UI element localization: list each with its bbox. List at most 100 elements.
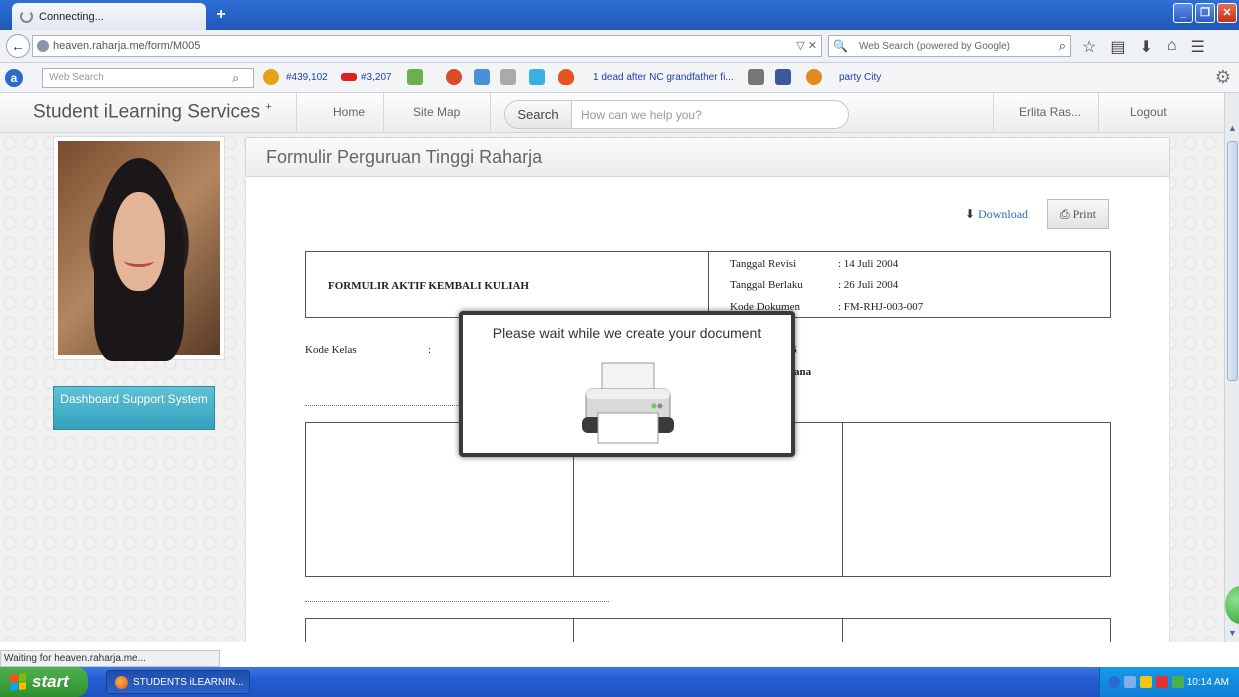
firefox-icon <box>115 675 128 689</box>
page-scrollbar[interactable]: ▲ ▼ <box>1224 93 1239 642</box>
new-tab-button[interactable]: + <box>210 5 232 25</box>
photo-face <box>113 192 165 291</box>
tab-title: Connecting... <box>39 10 104 23</box>
form-title: FORMULIR AKTIF KEMBALI KULIAH <box>328 280 529 292</box>
globe-icon <box>37 40 49 52</box>
browser-search-bar[interactable]: 🔍 Web Search (powered by Google) ⌕ <box>828 35 1071 57</box>
bookmarks-list-icon[interactable]: ▤ <box>1110 37 1125 57</box>
print-label: Print <box>1072 207 1096 221</box>
minimize-button[interactable]: _ <box>1173 3 1193 23</box>
tray-app-icon[interactable] <box>1172 676 1184 688</box>
site-brand[interactable]: Student iLearning Services + <box>33 101 272 123</box>
windows-logo-icon <box>10 673 26 691</box>
toolbar-rank-2[interactable]: #3,207 <box>361 72 392 83</box>
menu-icon[interactable]: ☰ <box>1191 37 1205 57</box>
meta-value: : FM-RHJ-003-007 <box>838 301 924 313</box>
task-label: STUDENTS iLEARNIN... <box>133 676 244 688</box>
table-divider <box>842 423 843 576</box>
nav-sitemap[interactable]: Site Map <box>413 105 460 119</box>
toolbar-rank-1[interactable]: #439,102 <box>286 72 328 83</box>
download-icon[interactable]: ⬇ <box>1139 37 1152 57</box>
toolbar-party-link[interactable]: party City <box>839 72 881 83</box>
printer-icon <box>582 362 674 444</box>
facebook-icon[interactable] <box>775 69 791 85</box>
download-label: Download <box>978 207 1029 221</box>
download-icon: ⬇ <box>965 207 976 221</box>
nav-icons: ☆ ▤ ⬇ ⌂ ☰ <box>1082 37 1205 57</box>
toolbar-search-placeholder: Web Search <box>49 72 104 83</box>
mail-icon[interactable] <box>748 69 764 85</box>
signature-line <box>305 601 609 602</box>
tray-app-icon[interactable] <box>1140 676 1152 688</box>
start-button[interactable]: start <box>0 667 88 697</box>
site-search-button[interactable]: Search <box>505 101 572 128</box>
close-window-button[interactable]: ✕ <box>1217 3 1237 23</box>
rank-icon <box>263 69 279 85</box>
photo-smile <box>124 254 154 268</box>
scroll-down-icon[interactable]: ▼ <box>1226 628 1239 642</box>
fire-icon[interactable] <box>558 69 574 85</box>
brand-text: Student iLearning Services <box>33 101 261 123</box>
table-divider <box>573 619 574 642</box>
browser-search-placeholder: Web Search (powered by Google) <box>859 40 1011 52</box>
gear-icon[interactable]: ⚙ <box>1215 67 1231 88</box>
browser-nav-bar: ← heaven.raharja.me/form/M005 ▽ ✕ 🔍 Web … <box>0 30 1239 63</box>
signature-table <box>305 618 1111 642</box>
bookmark-star-icon[interactable]: ☆ <box>1082 37 1096 57</box>
browser-tab[interactable]: Connecting... <box>12 3 206 30</box>
user-menu[interactable]: Erlita Ras... <box>1019 105 1081 119</box>
table-divider <box>842 619 843 642</box>
home-icon[interactable]: ⌂ <box>1167 37 1177 57</box>
flag-icon <box>341 73 357 81</box>
timer-icon[interactable] <box>446 69 462 85</box>
scroll-up-icon[interactable]: ▲ <box>1226 123 1239 137</box>
site-search: Search <box>504 100 849 129</box>
stop-icon[interactable]: ▽ ✕ <box>796 39 817 52</box>
ask-logo-icon[interactable]: a <box>5 69 23 87</box>
tray-arrow-icon[interactable] <box>1108 676 1120 688</box>
meta-label: Tanggal Berlaku <box>730 279 803 291</box>
print-button[interactable]: ⎙ Print <box>1047 199 1109 229</box>
sparkle-icon[interactable] <box>529 69 545 85</box>
browser-tab-bar: Connecting... + _ ❐ ✕ <box>0 0 1239 30</box>
contact-card-icon[interactable] <box>500 69 516 85</box>
dashboard-support-button[interactable]: Dashboard Support System <box>53 386 215 430</box>
scrollbar-thumb[interactable] <box>1227 141 1238 381</box>
header-divider <box>708 252 709 317</box>
logout-link[interactable]: Logout <box>1130 105 1167 119</box>
toolbar-news-link[interactable]: 1 dead after NC grandfather fi... <box>593 72 734 83</box>
nav-home[interactable]: Home <box>333 105 365 119</box>
nav-divider <box>993 93 994 133</box>
back-button[interactable]: ← <box>6 34 30 58</box>
nav-divider <box>490 93 491 133</box>
kode-kelas-label: Kode Kelas <box>305 344 357 356</box>
addon-toolbar: a Web Search ⌕ #439,102 #3,207 1 dead af… <box>0 63 1239 93</box>
back-arrow-icon: ← <box>11 38 25 54</box>
network-icon[interactable] <box>1124 676 1136 688</box>
shopping-icon[interactable] <box>806 69 822 85</box>
facebook-share-icon[interactable] <box>474 69 490 85</box>
system-tray: 10:14 AM <box>1099 667 1239 697</box>
toolbar-search-input[interactable]: Web Search ⌕ <box>42 68 254 88</box>
nav-divider <box>383 93 384 133</box>
meta-value: : 26 Juli 2004 <box>838 279 899 291</box>
taskbar-firefox-item[interactable]: STUDENTS iLEARNIN... <box>106 670 250 694</box>
meta-label: Tanggal Revisi <box>730 258 797 270</box>
profile-photo-image <box>58 141 220 362</box>
windows-taskbar: start STUDENTS iLEARNIN... 10:14 AM <box>0 667 1239 697</box>
panel-header: Formulir Perguruan Tinggi Raharja <box>245 137 1170 177</box>
shield-icon[interactable] <box>1156 676 1168 688</box>
window-controls: _ ❐ ✕ <box>1173 3 1237 23</box>
nav-divider <box>1098 93 1099 133</box>
download-link[interactable]: ⬇ Download <box>965 207 1028 222</box>
site-search-input[interactable] <box>581 105 831 125</box>
form-header-box: FORMULIR AKTIF KEMBALI KULIAH Tanggal Re… <box>305 251 1111 318</box>
search-icon[interactable]: ⌕ <box>232 69 239 87</box>
url-bar[interactable]: heaven.raharja.me/form/M005 ▽ ✕ <box>32 35 822 57</box>
loading-modal: Please wait while we create your documen… <box>459 311 795 457</box>
search-engine-icon: 🔍 <box>833 39 848 53</box>
kode-kelas-colon: : <box>428 344 432 356</box>
link-icon[interactable] <box>407 69 423 85</box>
search-icon[interactable]: ⌕ <box>1059 38 1066 54</box>
maximize-button[interactable]: ❐ <box>1195 3 1215 23</box>
